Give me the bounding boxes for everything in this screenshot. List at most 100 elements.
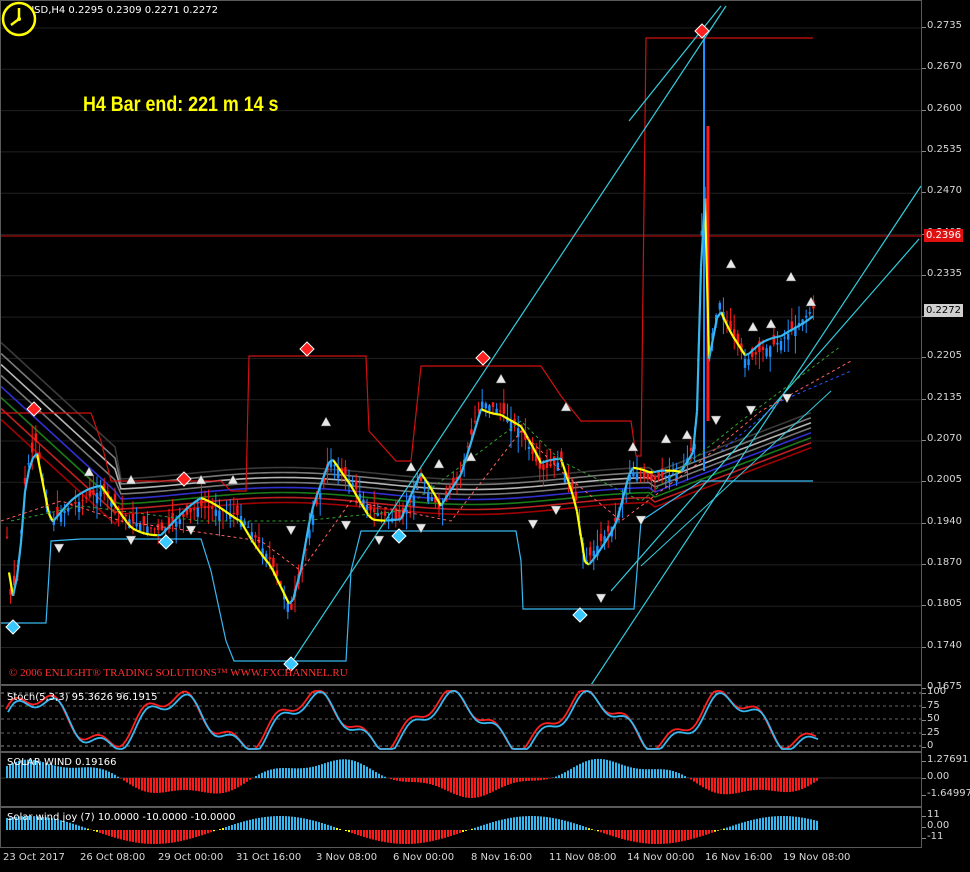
solar-wind-bar [627, 766, 629, 778]
solar-wind-bar [63, 767, 65, 778]
solar-wind-bar [567, 770, 569, 778]
main-chart-pane[interactable]: XRPUSD,H4 0.2295 0.2309 0.2271 0.2272 H4… [0, 0, 922, 685]
joy-bar [186, 830, 188, 840]
solar-wind-bar [93, 767, 95, 778]
fractal-down-arrow [595, 593, 607, 604]
joy-bar [219, 829, 221, 830]
joy-bar [243, 821, 245, 830]
solar-wind-bar [600, 758, 602, 778]
solar-wind-bar [777, 778, 779, 792]
time-label: 14 Nov 00:00 [627, 852, 695, 863]
axis-tick-mark [922, 398, 926, 400]
candle-body [747, 359, 750, 366]
joy-bar [627, 830, 629, 841]
solar-wind-bar [441, 778, 443, 789]
trend-ma-rising [656, 469, 662, 473]
joy-bar [648, 830, 650, 844]
stoch-tick-label: 0 [927, 740, 934, 751]
solar-wind-bar [174, 778, 176, 791]
solar-wind-bar [582, 762, 584, 778]
trend-ma-rising [76, 492, 82, 497]
solar-wind-bar [405, 778, 407, 782]
joy-bar [717, 830, 719, 831]
solar-wind-bar [264, 771, 266, 778]
solar-wind-bar [480, 778, 482, 797]
fractal-down-arrow [125, 535, 137, 546]
candle-body [787, 333, 790, 340]
solar-wind-bar [729, 778, 731, 795]
solar-wind-bar [303, 768, 305, 778]
solar-wind-bar [711, 778, 713, 792]
candle-body [88, 490, 91, 497]
joy-bar [429, 830, 431, 842]
solar-wind-bar [492, 778, 494, 792]
solar-wind-bar [666, 769, 668, 778]
candle-body [236, 505, 239, 516]
stoch-tick-label: 50 [927, 713, 940, 724]
time-label: 23 Oct 2017 [3, 852, 65, 863]
solar-wind-bar [474, 778, 476, 798]
trend-ma-rising [96, 484, 102, 488]
solar-wind-pane[interactable]: SOLAR WIND 0.19166 [0, 752, 922, 807]
joy-bar [789, 816, 791, 830]
joy-bar [435, 830, 437, 841]
trend-ma-falling [644, 469, 650, 474]
time-axis[interactable]: 23 Oct 2017 26 Oct 08:00 29 Oct 00:00 31 Oc… [0, 848, 922, 872]
joy-bar [300, 817, 302, 830]
joy-tick-label: 11 [927, 809, 940, 820]
candle-body [484, 403, 487, 409]
solar-wind-bar [81, 767, 83, 778]
joy-bar [156, 830, 158, 844]
solar-wind-bar [372, 770, 374, 778]
joy-bar [702, 830, 704, 836]
joy-bar [231, 824, 233, 830]
joy-bar [564, 820, 566, 830]
joy-bar [675, 830, 677, 843]
axis-tick-mark [922, 563, 926, 565]
stochastic-pane[interactable]: Stoch(5,3,3) 95.3626 96.1915 [0, 685, 922, 752]
solar-wind-bar [267, 770, 269, 778]
axis-tick-mark [922, 720, 926, 721]
solar-wind-bar [354, 761, 356, 778]
solar-wind-bar [639, 768, 641, 778]
solar-wind-bar [579, 763, 581, 778]
sell-diamond-marker [475, 350, 491, 366]
joy-bar [450, 830, 452, 836]
fractal-down-arrow [373, 535, 385, 546]
fractal-down-arrow [53, 543, 65, 554]
fractal-down-arrow [340, 520, 352, 531]
joy-bar [501, 819, 503, 830]
candle-body [254, 535, 257, 538]
joy-bar [531, 816, 533, 830]
joy-bar [402, 830, 404, 844]
fractal-up-arrow [320, 416, 332, 427]
solar-wind-bar [402, 778, 404, 782]
joy-bar [768, 816, 770, 830]
joy-bar [318, 822, 320, 830]
solar-wind-bar [207, 778, 209, 793]
solar-wind-bar [588, 760, 590, 778]
trend-ma-falling [136, 529, 142, 534]
solar-wind-bar [768, 778, 770, 791]
trend-ma-rising [544, 459, 550, 463]
solar-wind-bar [300, 768, 302, 778]
solar-wind-joy-label: Solar wind joy (7) 10.0000 -10.0000 -10.… [7, 812, 236, 823]
joy-bar [396, 830, 398, 844]
solar-wind-bar [165, 778, 167, 793]
solar-wind-joy-pane[interactable]: Solar wind joy (7) 10.0000 -10.0000 -10.… [0, 807, 922, 848]
joy-bar [267, 816, 269, 830]
trend-ma-rising [552, 457, 558, 461]
solar-wind-bar [591, 759, 593, 778]
solar-wind-bar [630, 767, 632, 778]
joy-bar [447, 830, 449, 837]
solar-wind-bar [573, 767, 575, 778]
candle-body [542, 464, 545, 470]
price-axis[interactable]: 0.27350.26700.26000.25350.24700.24050.23… [922, 0, 970, 872]
solar-wind-bar [753, 778, 755, 791]
price-tick-label: 0.1740 [927, 639, 962, 651]
solar-wind-bar [516, 778, 518, 783]
joy-bar [264, 816, 266, 830]
fractal-up-arrow [747, 321, 759, 332]
joy-bar [612, 830, 614, 837]
joy-bar [807, 818, 809, 830]
